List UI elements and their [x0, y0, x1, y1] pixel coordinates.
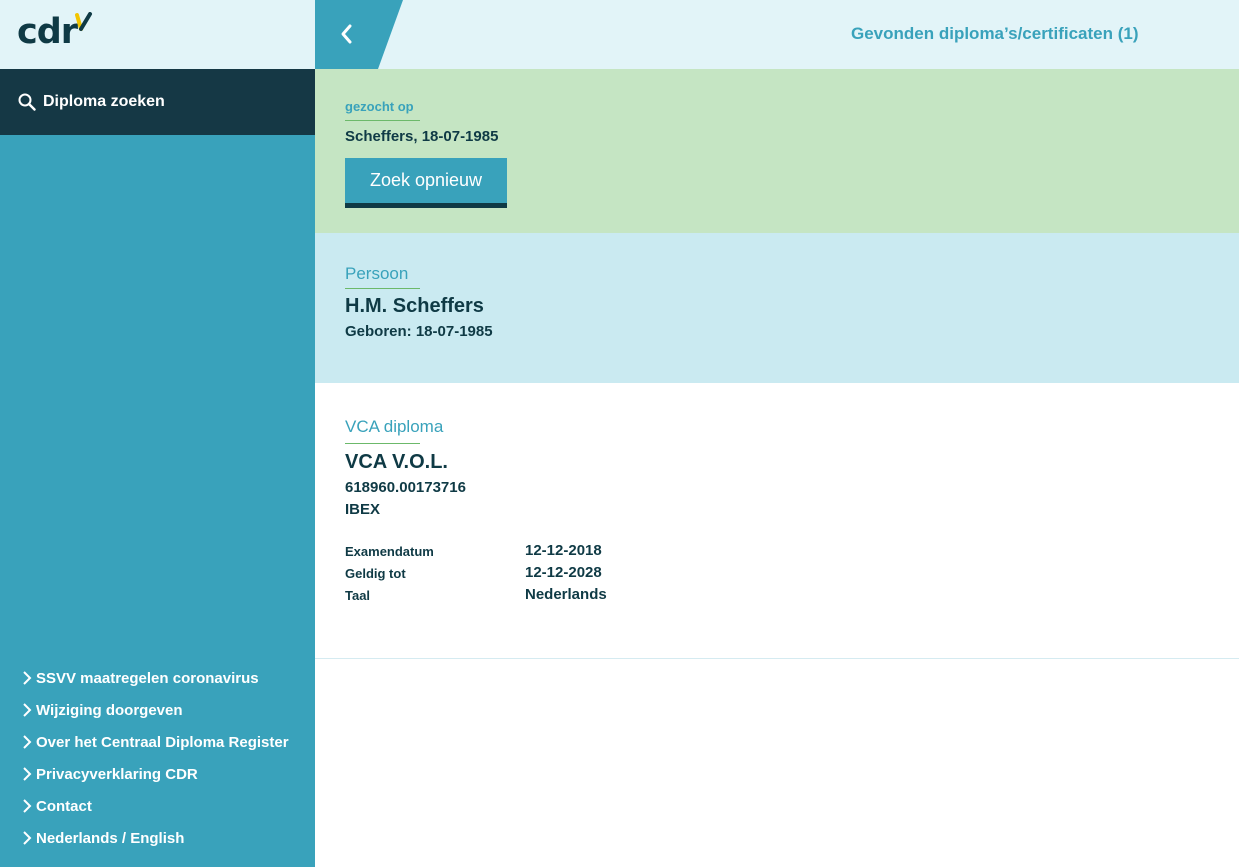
diploma-issuer: IBEX	[345, 501, 381, 518]
label-divider	[345, 120, 420, 121]
footer-link-label: Contact	[36, 797, 92, 815]
chevron-right-icon	[22, 703, 32, 717]
footer-link-language[interactable]: Nederlands / English	[0, 822, 315, 854]
search-icon	[18, 93, 36, 111]
person-name: H.M. Scheffers	[345, 295, 484, 317]
footer-link-change[interactable]: Wijziging doorgeven	[0, 694, 315, 726]
chevron-right-icon	[22, 735, 32, 749]
footer-link-label: Nederlands / English	[36, 829, 185, 847]
header: Gevonden diploma’s/certificaten (1)	[315, 0, 1239, 69]
search-again-button[interactable]: Zoek opnieuw	[345, 158, 507, 208]
chevron-right-icon	[22, 767, 32, 781]
logo-check-icon	[75, 12, 92, 31]
footer-links: SSVV maatregelen coronavirus Wijziging d…	[0, 662, 315, 854]
logo[interactable]: cdr	[17, 12, 78, 52]
detail-row-language: Taal Nederlands	[345, 586, 745, 608]
page-title: Gevonden diploma’s/certificaten (1)	[851, 24, 1139, 43]
chevron-right-icon	[22, 799, 32, 813]
detail-key: Examendatum	[345, 544, 434, 559]
label-divider	[345, 443, 420, 444]
search-query: Scheffers, 18-07-1985	[345, 128, 499, 145]
chevron-right-icon	[22, 831, 32, 845]
footer-link-label: Over het Centraal Diploma Register	[36, 733, 289, 751]
diploma-title: VCA V.O.L.	[345, 451, 448, 473]
footer-link-about[interactable]: Over het Centraal Diploma Register	[0, 726, 315, 758]
person-section: Persoon H.M. Scheffers Geboren: 18-07-19…	[315, 233, 1239, 383]
detail-value: 12-12-2018	[525, 542, 602, 559]
chevron-left-icon	[341, 24, 352, 44]
detail-key: Geldig tot	[345, 566, 406, 581]
logo-bar: cdr	[0, 0, 315, 69]
chevron-right-icon	[22, 671, 32, 685]
diploma-section: VCA diploma VCA V.O.L. 618960.00173716 I…	[315, 383, 1239, 659]
back-button[interactable]	[315, 0, 403, 69]
footer-link-label: SSVV maatregelen coronavirus	[36, 669, 259, 687]
person-label: Persoon	[345, 264, 409, 283]
footer-link-privacy[interactable]: Privacyverklaring CDR	[0, 758, 315, 790]
detail-row-valid-until: Geldig tot 12-12-2028	[345, 564, 745, 586]
search-info-section: gezocht op Scheffers, 18-07-1985 Zoek op…	[315, 69, 1239, 233]
detail-value: Nederlands	[525, 586, 607, 603]
sidebar: cdr Diploma zoeken SSVV maatregelen coro…	[0, 0, 315, 867]
footer-link-label: Wijziging doorgeven	[36, 701, 183, 719]
label-divider	[345, 288, 420, 289]
diploma-search-button[interactable]: Diploma zoeken	[0, 69, 315, 135]
footer-link-label: Privacyverklaring CDR	[36, 765, 198, 783]
person-birthdate: Geboren: 18-07-1985	[345, 323, 493, 340]
footer-link-coronavirus[interactable]: SSVV maatregelen coronavirus	[0, 662, 315, 694]
detail-row-exam-date: Examendatum 12-12-2018	[345, 542, 745, 564]
search-label: gezocht op	[345, 99, 414, 114]
diploma-label: VCA diploma	[345, 417, 444, 436]
detail-value: 12-12-2028	[525, 564, 602, 581]
detail-key: Taal	[345, 588, 371, 603]
footer-link-contact[interactable]: Contact	[0, 790, 315, 822]
diploma-number: 618960.00173716	[345, 479, 466, 496]
diploma-search-label: Diploma zoeken	[43, 93, 165, 110]
